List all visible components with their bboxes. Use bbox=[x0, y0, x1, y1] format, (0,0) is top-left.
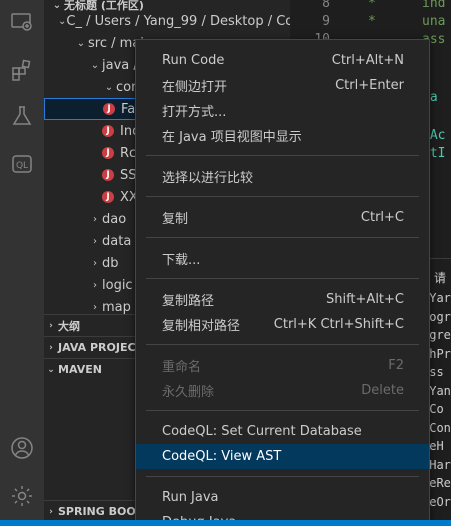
section-spring-boot-label: SPRING BOOT bbox=[58, 505, 144, 518]
menu-item-shortcut: F2 bbox=[388, 358, 404, 373]
menu-item[interactable]: CodeQL: View AST bbox=[136, 444, 429, 469]
menu-item-shortcut: Ctrl+K Ctrl+Shift+C bbox=[273, 317, 404, 332]
line-number: 9 bbox=[322, 14, 330, 29]
codeql-icon[interactable]: QL bbox=[0, 142, 44, 186]
activity-bar: QL bbox=[0, 0, 44, 526]
menu-item[interactable]: 复制 Ctrl+C bbox=[136, 205, 429, 230]
menu-item-label: 下载... bbox=[162, 253, 201, 268]
menu-item[interactable]: 选择以进行比较 bbox=[136, 164, 429, 189]
chevron-right-icon: › bbox=[93, 235, 97, 247]
menu-item-shortcut: Ctrl+C bbox=[360, 210, 404, 225]
folder-path: C_ / Users / Yang_99 / Desktop / Co... bbox=[66, 13, 290, 29]
menu-item-label: 复制路径 bbox=[162, 294, 215, 309]
settings-gear-icon[interactable] bbox=[0, 474, 44, 518]
chevron-down-icon: ⌄ bbox=[76, 37, 86, 49]
java-file-icon: J bbox=[102, 191, 114, 203]
chevron-down-icon: ⌄ bbox=[58, 15, 67, 27]
account-icon[interactable] bbox=[0, 426, 44, 470]
menu-separator bbox=[146, 155, 419, 156]
testing-flask-icon[interactable] bbox=[0, 94, 44, 138]
menu-item[interactable]: CodeQL: Set Current Database bbox=[136, 419, 429, 444]
menu-separator bbox=[146, 344, 419, 345]
tree-item-label: dao bbox=[102, 211, 127, 227]
menu-item-label: 复制相对路径 bbox=[162, 319, 241, 334]
menu-separator bbox=[146, 196, 419, 197]
menu-item-shortcut: Ctrl+Alt+N bbox=[331, 53, 404, 68]
folder-path-row[interactable]: ⌄ C_ / Users / Yang_99 / Desktop / Co... bbox=[44, 10, 290, 32]
menu-item-label: 在 Java 项目视图中显示 bbox=[162, 130, 302, 145]
menu-item-label: Run Code bbox=[162, 53, 225, 68]
menu-item[interactable]: 下载... bbox=[136, 246, 429, 271]
line-number: 8 bbox=[322, 0, 330, 11]
code-line: ind bbox=[422, 0, 446, 11]
menu-item: 重命名 F2 bbox=[136, 353, 429, 378]
menu-item[interactable]: 复制路径 Shift+Alt+C bbox=[136, 287, 429, 312]
codeql-glyph: QL bbox=[16, 161, 28, 171]
menu-item[interactable]: Run Code Ctrl+Alt+N bbox=[136, 48, 429, 73]
comment-star: * bbox=[368, 14, 376, 29]
panel-head: 请 bbox=[434, 271, 447, 285]
menu-item[interactable]: Run Java bbox=[136, 485, 429, 510]
comment-star: * bbox=[368, 0, 376, 11]
status-bar bbox=[0, 520, 451, 526]
menu-item-label: 永久删除 bbox=[162, 385, 215, 400]
tree-item-label: logic bbox=[102, 277, 133, 293]
context-menu: Run Code Ctrl+Alt+N 在侧边打开 Ctrl+Enter 打开方式...… bbox=[135, 39, 430, 526]
chevron-right-icon: › bbox=[49, 506, 53, 517]
menu-item[interactable]: 在 Java 项目视图中显示 bbox=[136, 123, 429, 148]
section-outline-label: 大纲 bbox=[58, 319, 80, 333]
menu-item-label: 选择以进行比较 bbox=[162, 171, 254, 186]
menu-item-label: CodeQL: View AST bbox=[162, 449, 282, 464]
code-line: una bbox=[422, 14, 446, 29]
menu-separator bbox=[146, 278, 419, 279]
menu-item: 永久删除 Delete bbox=[136, 378, 429, 403]
menu-item-label: Run Java bbox=[162, 490, 219, 505]
menu-item-label: CodeQL: Set Current Database bbox=[162, 424, 362, 439]
chevron-down-icon: ⌄ bbox=[90, 59, 100, 71]
menu-item-label: 重命名 bbox=[162, 360, 202, 375]
extensions-icon[interactable] bbox=[0, 48, 44, 92]
menu-item-label: 在侧边打开 bbox=[162, 80, 228, 95]
chevron-right-icon: › bbox=[93, 257, 97, 269]
java-file-icon: J bbox=[102, 125, 114, 137]
menu-separator bbox=[146, 476, 419, 477]
menu-separator bbox=[146, 237, 419, 238]
java-file-icon: J bbox=[103, 103, 115, 115]
section-maven-label: MAVEN bbox=[58, 363, 102, 376]
java-file-icon: J bbox=[102, 147, 114, 159]
chevron-right-icon: › bbox=[49, 342, 53, 353]
menu-item[interactable]: 在侧边打开 Ctrl+Enter bbox=[136, 73, 429, 98]
menu-item[interactable]: 打开方式... bbox=[136, 98, 429, 123]
menu-item-label: 复制 bbox=[162, 212, 189, 227]
chevron-right-icon: › bbox=[93, 301, 97, 313]
menu-item-label: 打开方式... bbox=[162, 105, 227, 120]
chevron-down-icon: ⌄ bbox=[52, 0, 62, 11]
menu-item-shortcut: Ctrl+Enter bbox=[335, 78, 404, 93]
section-java-projects-label: JAVA PROJECT bbox=[58, 341, 144, 354]
menu-item-shortcut: Shift+Alt+C bbox=[325, 292, 404, 307]
chevron-right-icon: › bbox=[49, 320, 53, 331]
remote-explorer-icon[interactable] bbox=[0, 0, 44, 44]
menu-item[interactable]: 复制相对路径 Ctrl+K Ctrl+Shift+C bbox=[136, 312, 429, 337]
chevron-right-icon: › bbox=[93, 279, 97, 291]
menu-separator bbox=[146, 410, 419, 411]
chevron-down-icon: ⌄ bbox=[104, 81, 114, 93]
tree-item-label: data bbox=[102, 233, 132, 249]
chevron-down-icon: ⌄ bbox=[47, 364, 55, 375]
java-file-icon: J bbox=[102, 169, 114, 181]
side-panel: 请 xYar rogr ogre thPr ess xYan eCo eCon keH eHar v… bbox=[422, 258, 451, 526]
menu-item-shortcut: Delete bbox=[361, 383, 404, 398]
tree-item-label: db bbox=[102, 255, 119, 271]
tree-item-label: map bbox=[102, 299, 131, 315]
chevron-right-icon: › bbox=[93, 213, 97, 225]
